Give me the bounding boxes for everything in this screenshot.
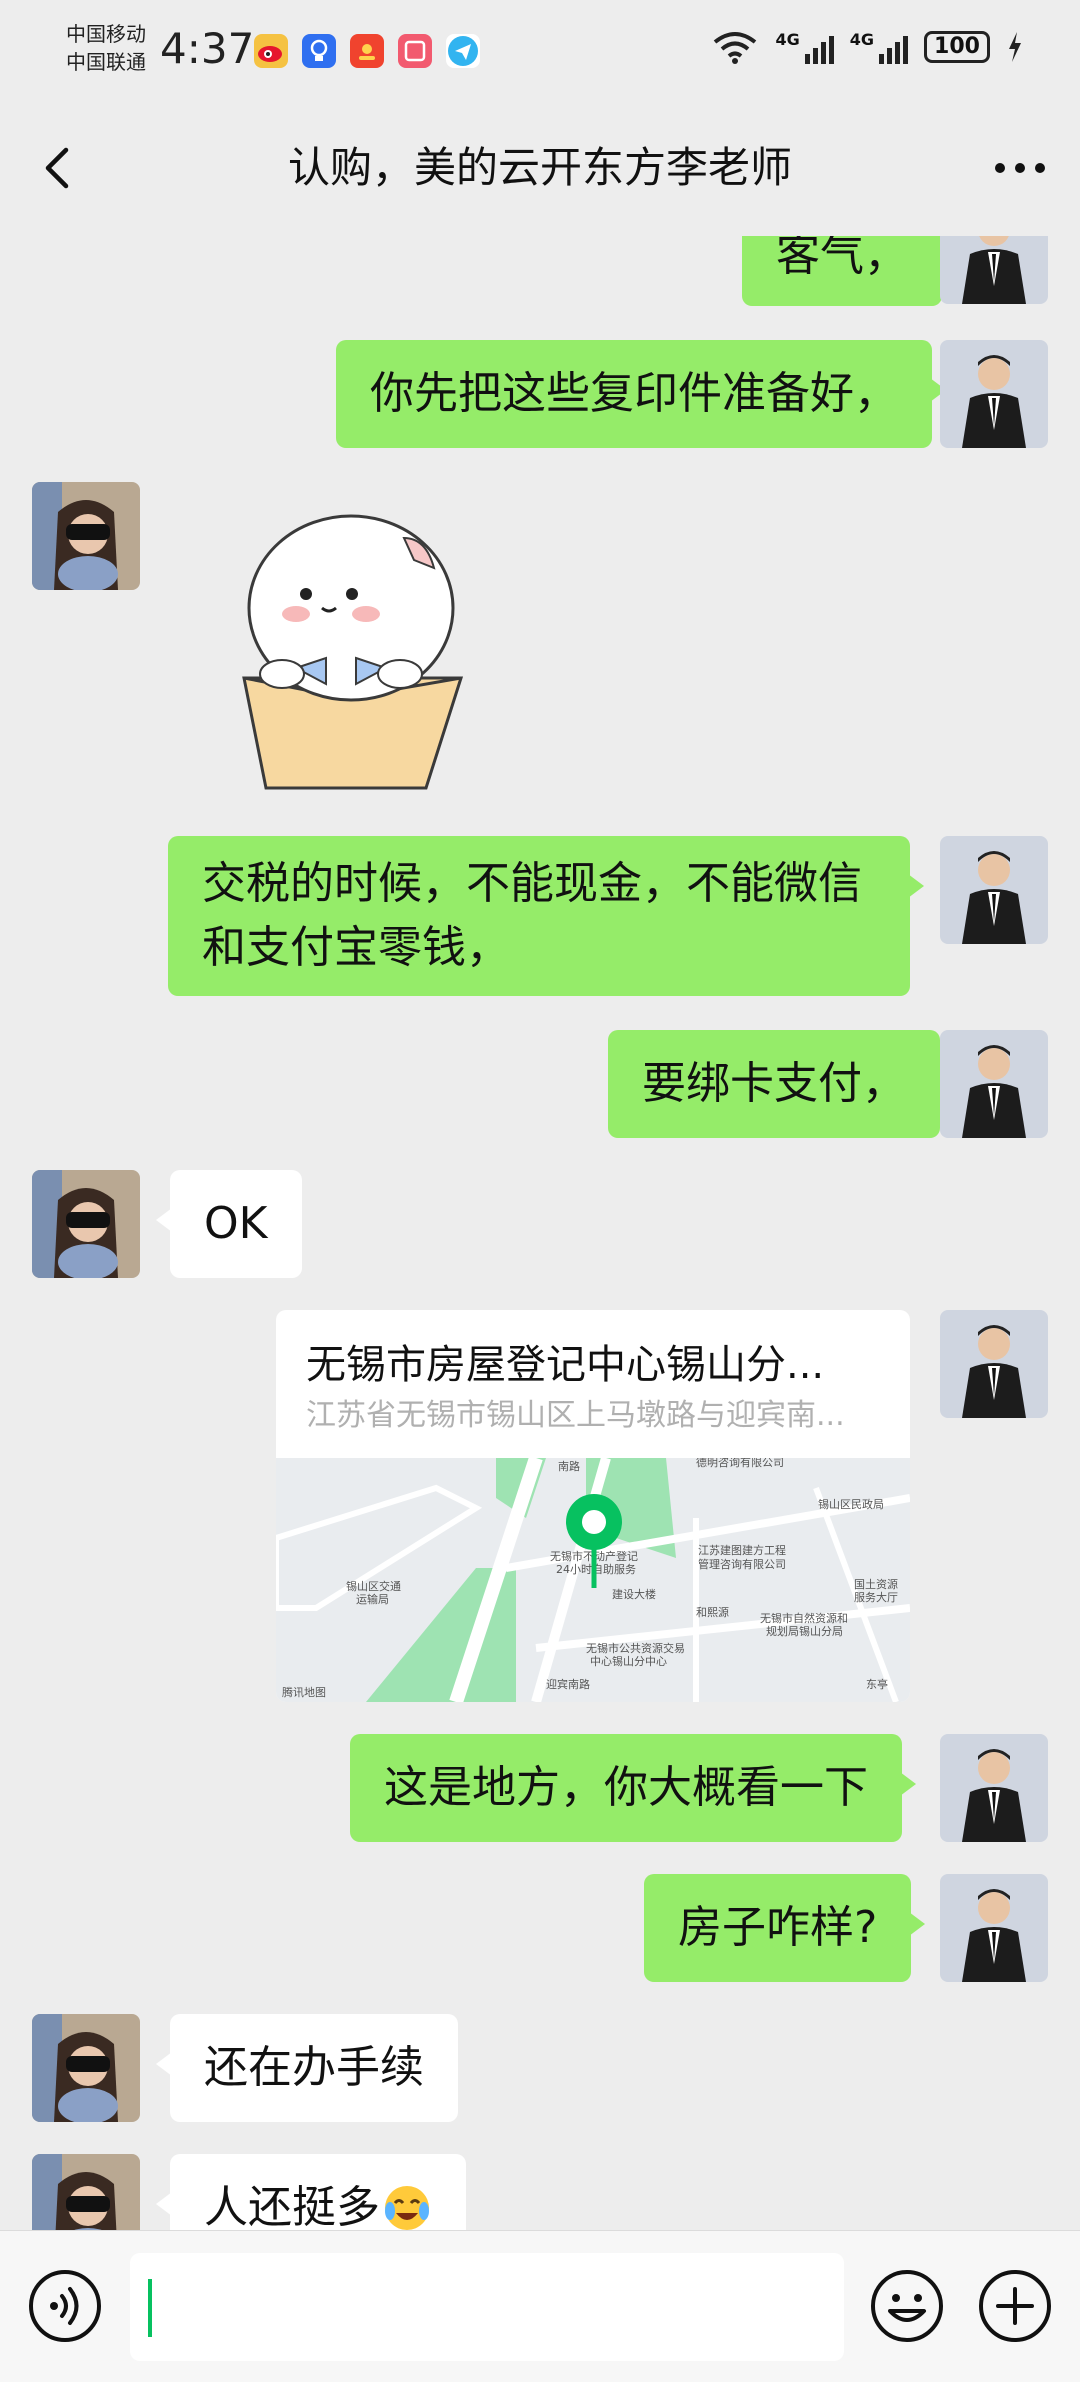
message-bubble[interactable]: OK <box>156 1170 302 1278</box>
map-label-planning-1: 无锡市自然资源和 <box>760 1611 848 1625</box>
signal-2-icon: 4G <box>850 30 908 64</box>
avatar[interactable] <box>32 2014 140 2122</box>
map-label-public-2: 中心锡山分中心 <box>590 1654 667 1668</box>
signal-1-icon: 4G <box>775 30 834 64</box>
location-address: 江苏省无锡市锡山区上马墩路与迎宾南... <box>306 1398 845 1433</box>
chevron-left-icon <box>45 147 69 189</box>
avatar[interactable] <box>940 236 1048 304</box>
avatar[interactable] <box>940 1874 1048 1982</box>
avatar[interactable] <box>940 1030 1048 1138</box>
map-label-road-left: 迎宾南路 <box>546 1677 590 1691</box>
map-label-traffic-2: 运输局 <box>356 1592 389 1606</box>
map-label-resident: 锡山区民政局 <box>818 1497 884 1511</box>
charging-icon <box>1009 32 1021 62</box>
map-label-public-1: 无锡市公共资源交易 <box>586 1641 685 1655</box>
avatar[interactable] <box>32 482 140 590</box>
map-label-yangshen: 和熙源 <box>696 1605 729 1619</box>
input-bar <box>0 2230 1080 2382</box>
back-button[interactable] <box>32 140 88 196</box>
map-label-company-1: 江苏建图建方工程 <box>698 1543 786 1557</box>
message-bubble[interactable]: 要绑卡支付， <box>608 1030 954 1138</box>
plus-icon <box>979 2270 1051 2342</box>
avatar[interactable] <box>940 1310 1048 1418</box>
message-bubble[interactable]: 人还挺多 <box>156 2154 466 2230</box>
voice-icon <box>29 2270 101 2342</box>
map-label-top-right: 德明咨询有限公司 <box>696 1458 784 1469</box>
status-bar: 中国移动 中国联通 4:37 4G 4G 100 <box>0 0 1080 100</box>
emoji-icon <box>871 2270 943 2342</box>
location-map[interactable]: 南路 德明咨询有限公司 无锡市不动产登记 24小时自助服务 建设大楼 江苏建图建… <box>276 1458 910 1702</box>
avatar[interactable] <box>940 1734 1048 1842</box>
map-label-land-1: 国土资源 <box>854 1577 898 1591</box>
message-bubble[interactable]: 房子咋样? <box>644 1874 926 1982</box>
carrier-2: 中国联通 <box>66 50 146 74</box>
message-list[interactable]: 客气， 你先把这些复印件准备好， 交税的时候，不能现金，不能微信和支付宝零钱， <box>0 236 1080 2230</box>
map-label-building: 建设大楼 <box>612 1587 656 1601</box>
bulb-app-icon <box>302 34 336 68</box>
send-app-icon <box>446 34 480 68</box>
map-label-road-right: 东亭 <box>866 1677 888 1691</box>
message-bubble[interactable]: 你先把这些复印件准备好， <box>336 340 946 448</box>
message-text: 人还挺多 <box>204 2182 380 2230</box>
battery-indicator: 100 <box>924 31 990 63</box>
map-label-land-2: 服务大厅 <box>854 1590 898 1604</box>
avatar[interactable] <box>32 1170 140 1278</box>
network-type-2: 4G <box>849 30 874 49</box>
carrier-info: 中国移动 中国联通 <box>66 20 146 76</box>
text-cursor <box>148 2279 152 2337</box>
book-app-icon <box>398 34 432 68</box>
map-label-traffic-1: 锡山区交通 <box>346 1579 401 1593</box>
more-horizontal-icon <box>995 163 1045 173</box>
avatar[interactable] <box>940 340 1048 448</box>
map-label-company-2: 管理咨询有限公司 <box>698 1557 786 1571</box>
wifi-icon <box>714 32 757 64</box>
plus-button[interactable] <box>978 2269 1052 2343</box>
message-bubble[interactable]: 交税的时候，不能现金，不能微信和支付宝零钱， <box>168 836 924 996</box>
network-type-1: 4G <box>775 30 800 49</box>
avatar[interactable] <box>32 2154 140 2230</box>
emoji-button[interactable] <box>870 2269 944 2343</box>
crying-laughing-emoji-icon <box>385 2186 429 2230</box>
status-time: 4:37 <box>160 24 255 73</box>
avatar[interactable] <box>940 836 1048 944</box>
more-button[interactable] <box>988 140 1052 196</box>
notification-icons <box>254 34 480 68</box>
message-bubble[interactable]: 客气， <box>742 236 956 306</box>
voice-button[interactable] <box>28 2269 102 2343</box>
system-icons: 4G 4G 100 <box>711 30 1024 64</box>
map-label-road-top: 南路 <box>558 1460 580 1473</box>
chat-header: 认购，美的云开东方李老师 <box>0 100 1080 236</box>
location-title: 无锡市房屋登记中心锡山分... <box>306 1342 825 1388</box>
message-bubble[interactable]: 还在办手续 <box>156 2014 458 2122</box>
red-app-icon <box>350 34 384 68</box>
message-input[interactable] <box>130 2253 844 2361</box>
sticker-image[interactable] <box>226 498 476 798</box>
map-label-planning-2: 规划局锡山分局 <box>766 1624 843 1638</box>
weibo-icon <box>254 34 288 68</box>
map-attribution: 腾讯地图 <box>282 1685 326 1699</box>
location-card[interactable]: 无锡市房屋登记中心锡山分... 江苏省无锡市锡山区上马墩路与迎宾南... 南路 … <box>276 1310 910 1702</box>
carrier-1: 中国移动 <box>66 22 146 46</box>
message-bubble[interactable]: 这是地方，你大概看一下 <box>350 1734 916 1842</box>
chat-title: 认购，美的云开东方李老师 <box>287 143 792 192</box>
